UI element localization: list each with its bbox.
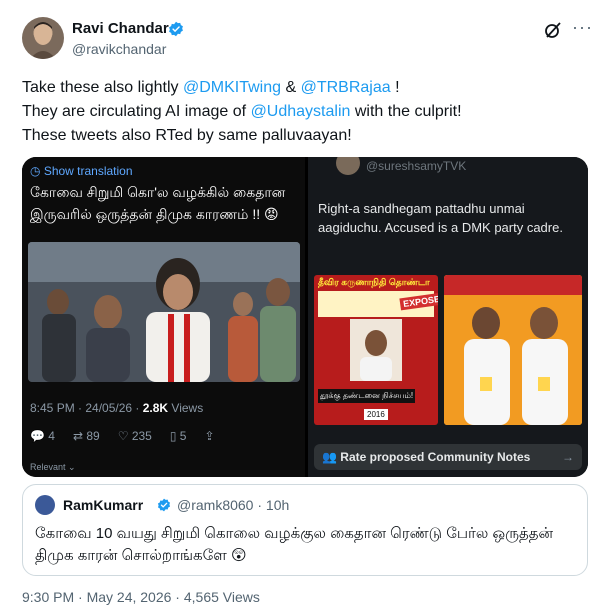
reply-count: 4	[48, 429, 55, 443]
quote-tweet[interactable]: RamKumarr @ramk8060 · 10h கோவை 10 வயது ச…	[22, 484, 588, 576]
bookmark-count: 5	[179, 429, 187, 443]
tweet-text: Take these also lightly @DMKITwing & @TR…	[22, 76, 582, 148]
text-segment: !	[390, 79, 400, 96]
poster-left: தீவிர கருணாநிதி தொண்டா EXPOSED தூக்கு தண…	[314, 275, 438, 425]
poster-portrait	[350, 319, 402, 381]
community-notes-icon: 👥	[322, 450, 337, 464]
left-timestamp: 8:45 PM · 24/05/26 ·	[30, 401, 143, 415]
mention-udhaystalin[interactable]: @Udhaystalin	[251, 103, 351, 120]
tweet-line-1: Take these also lightly @DMKITwing & @TR…	[22, 76, 582, 100]
text-segment: with the culprit!	[350, 103, 462, 120]
like-count: 235	[131, 429, 152, 443]
community-notes-label: Rate proposed Community Notes	[340, 450, 531, 464]
poster-title: தீவிர கருணாநிதி தொண்டா	[318, 277, 430, 287]
bookmark-icon: ▯ 5	[169, 429, 187, 443]
tweet-line-3: These tweets also RTed by same palluvaay…	[22, 127, 352, 144]
author-name[interactable]: Ravi Chandar	[72, 20, 169, 37]
poster-bottom: தூக்கு தண்டனை நிச்சயம்!	[318, 389, 416, 403]
mention-dmkitwing[interactable]: @DMKITwing	[183, 79, 281, 96]
right-handle: @sureshsamyTVK	[366, 159, 467, 173]
mention-trbrajaa[interactable]: @TRBRajaa	[301, 79, 391, 96]
show-translation-link[interactable]: ◷ Show translation	[30, 164, 133, 178]
verified-badge-icon	[169, 21, 183, 37]
tweet-footer-meta: 9:30 PM · May 24, 2026 · 4,565 Views	[22, 589, 260, 605]
right-text: Right-a sandhegam pattadhu unmai aagiduc…	[318, 201, 563, 235]
poster-right-photo	[444, 275, 582, 425]
text-segment: Take these also lightly	[22, 79, 183, 96]
media-right-screenshot[interactable]: @sureshsamyTVK Right-a sandhegam pattadh…	[308, 157, 588, 477]
quote-author-name[interactable]: RamKumarr	[63, 497, 143, 513]
show-translation-label: Show translation	[43, 164, 133, 178]
arrow-right-icon: →	[562, 450, 574, 464]
left-meta: 8:45 PM · 24/05/26 · 2.8K Views	[30, 401, 203, 415]
more-options-icon[interactable]: ···	[572, 17, 593, 38]
verified-badge-icon	[157, 498, 171, 512]
text-segment: They are circulating AI image of	[22, 103, 251, 120]
text-segment: &	[281, 79, 301, 96]
right-avatar	[336, 157, 360, 175]
crowd-photo	[28, 242, 300, 382]
left-views-label: Views	[168, 401, 204, 415]
left-views-count: 2.8K	[142, 401, 169, 415]
quote-text: கோவை 10 வயது சிறுமி கொலை வழக்குல கைதான ர…	[35, 523, 575, 567]
reply-icon: 💬 4	[30, 429, 55, 443]
repost-count: 89	[86, 429, 100, 443]
like-icon: ♡ 235	[117, 429, 152, 443]
author-avatar[interactable]	[22, 17, 64, 59]
quote-handle[interactable]: @ramk8060 · 10h	[177, 497, 289, 513]
author-handle[interactable]: @ravikchandar	[72, 41, 166, 57]
left-action-bar: 💬 4 ⇄ 89 ♡ 235 ▯ 5 ⇪	[30, 429, 215, 443]
quote-avatar[interactable]	[35, 495, 55, 515]
relevant-text: Relevant	[30, 462, 66, 472]
emoji-icon: 😡	[264, 206, 279, 222]
share-icon: ⇪	[204, 429, 215, 443]
quote-text-body: கோவை 10 வயது சிறுமி கொலை வழக்குல கைதான ர…	[35, 525, 554, 564]
media-left-screenshot[interactable]: ◷ Show translation கோவை சிறுமி கொ'ல வழக்…	[22, 157, 305, 477]
surprised-emoji-icon: 😲	[231, 547, 247, 564]
translate-icon: ◷	[30, 164, 44, 178]
left-tamil-text: கோவை சிறுமி கொ'ல வழக்கில் கைதான இருவரில்…	[30, 181, 300, 225]
repost-icon: ⇄ 89	[72, 429, 100, 443]
grok-icon[interactable]	[543, 20, 563, 40]
community-notes-button[interactable]: 👥 Rate proposed Community Notes →	[314, 444, 582, 470]
tweet-line-2: They are circulating AI image of @Udhays…	[22, 100, 582, 124]
left-tamil-caption: கோவை சிறுமி கொ'ல வழக்கில் கைதான இருவரில்…	[30, 184, 286, 222]
media-grid[interactable]: ◷ Show translation கோவை சிறுமி கொ'ல வழக்…	[22, 157, 588, 477]
relevant-label: Relevant ⌄	[30, 462, 76, 472]
poster-year: 2016	[364, 409, 388, 420]
